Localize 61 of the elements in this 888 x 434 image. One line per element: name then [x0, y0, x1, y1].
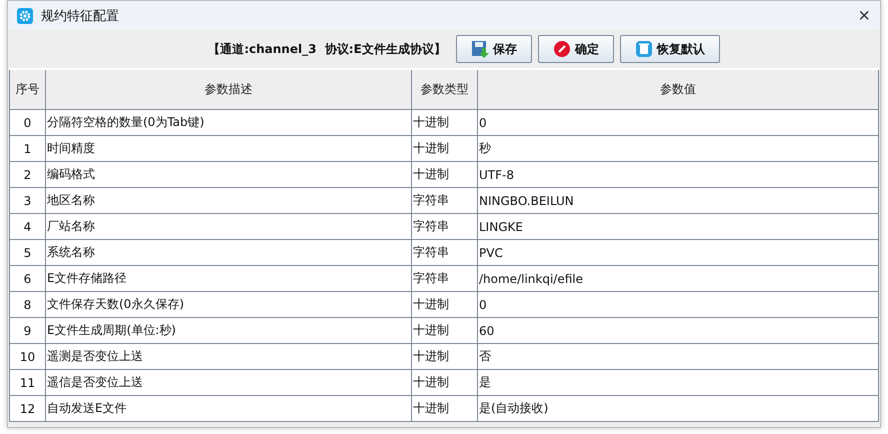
- table-cell: NINGBO.BEILUN: [478, 188, 878, 214]
- table-cell: 编码格式: [46, 162, 412, 188]
- table-cell: 自动发送E文件: [46, 396, 412, 422]
- table-cell: 秒: [478, 136, 878, 162]
- table-cell: 6: [10, 266, 46, 292]
- table-cell: 5: [10, 240, 46, 266]
- table-cell: 否: [478, 344, 878, 370]
- table-cell: 十进制: [412, 136, 478, 162]
- table-cell: UTF-8: [478, 162, 878, 188]
- table-cell: 11: [10, 370, 46, 396]
- table-cell: 十进制: [412, 292, 478, 318]
- table-cell: 十进制: [412, 162, 478, 188]
- table-cell: 地区名称: [46, 188, 412, 214]
- table-cell: 1: [10, 136, 46, 162]
- table-cell: 字符串: [412, 240, 478, 266]
- table-cell: 4: [10, 214, 46, 240]
- table-cell: 字符串: [412, 266, 478, 292]
- table-cell: 0: [478, 292, 878, 318]
- table-cell: 遥信是否变位上送: [46, 370, 412, 396]
- table-cell: 是(自动接收): [478, 396, 878, 422]
- table-cell: 系统名称: [46, 240, 412, 266]
- table-cell: /home/linkqi/efile: [478, 266, 878, 292]
- channel-protocol-label: 【通道:channel_3 协议:E文件生成协议】: [208, 40, 446, 58]
- column-header[interactable]: 参数类型: [412, 69, 478, 110]
- gear-icon: [17, 8, 33, 24]
- table-cell: 60: [478, 318, 878, 344]
- table-cell: 十进制: [412, 344, 478, 370]
- column-header[interactable]: 参数值: [478, 69, 878, 110]
- table-cell: LINGKE: [478, 214, 878, 240]
- table-cell: 文件保存天数(0永久保存): [46, 292, 412, 318]
- save-button[interactable]: 保存: [456, 35, 532, 63]
- window-title: 规约特征配置: [41, 8, 119, 24]
- table-cell: E文件存储路径: [46, 266, 412, 292]
- table-cell: PVC: [478, 240, 878, 266]
- table-cell: 厂站名称: [46, 214, 412, 240]
- table-cell: E文件生成周期(单位:秒): [46, 318, 412, 344]
- table-cell: 是: [478, 370, 878, 396]
- table-cell: 12: [10, 396, 46, 422]
- table-cell: 十进制: [412, 396, 478, 422]
- table-cell: 遥测是否变位上送: [46, 344, 412, 370]
- table-cell: 0: [10, 110, 46, 136]
- column-header[interactable]: 序号: [10, 69, 46, 110]
- table-cell: 0: [478, 110, 878, 136]
- trash-icon: [634, 40, 653, 58]
- table-cell: 8: [10, 292, 46, 318]
- table-cell: 十进制: [412, 318, 478, 344]
- table-cell: 分隔符空格的数量(0为Tab键): [46, 110, 412, 136]
- table-cell: 字符串: [412, 188, 478, 214]
- table-cell: 2: [10, 162, 46, 188]
- table-cell: 十进制: [412, 370, 478, 396]
- reset-button[interactable]: 恢复默认: [620, 35, 720, 63]
- table-cell: 9: [10, 318, 46, 344]
- close-button[interactable]: ×: [852, 6, 876, 26]
- table-cell: 十进制: [412, 110, 478, 136]
- table-cell: 字符串: [412, 214, 478, 240]
- table-cell: 3: [10, 188, 46, 214]
- column-header[interactable]: 参数描述: [46, 69, 412, 110]
- table-cell: 时间精度: [46, 136, 412, 162]
- table-cell: 10: [10, 344, 46, 370]
- no-entry-icon: [552, 40, 571, 58]
- confirm-button[interactable]: 确定: [538, 35, 614, 63]
